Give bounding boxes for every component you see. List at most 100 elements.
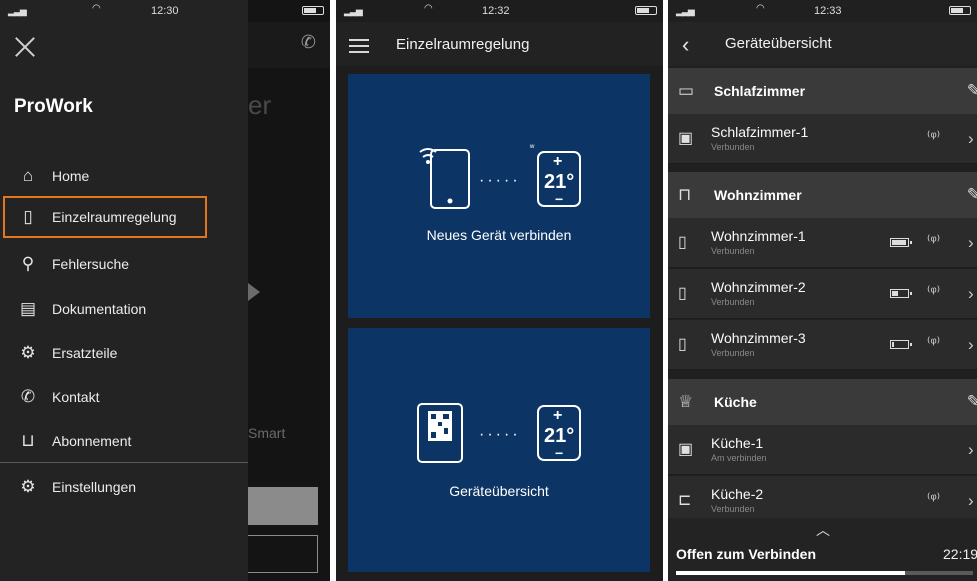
wifi-icon: ◠: [92, 3, 101, 14]
signal-icon: ⁽ᵠ⁾: [927, 128, 941, 144]
app-brand: ProWork: [14, 96, 93, 117]
menu-divider: [0, 462, 248, 463]
phone-icon: ✆: [20, 387, 36, 406]
signal-icon: ⁽ᵠ⁾: [927, 232, 941, 248]
svg-text:·····: ·····: [479, 172, 521, 189]
battery-level-icon: [890, 340, 912, 349]
background-heading: er: [248, 90, 272, 120]
status-time: 12:30: [151, 5, 179, 17]
menu-item-home[interactable]: ⌂ Home: [0, 155, 248, 197]
menu-item-label: Fehlersuche: [52, 256, 130, 272]
cellular-signal-icon: ▂▃▅: [8, 6, 27, 16]
menu-item-kontakt[interactable]: ✆ Kontakt: [0, 376, 248, 418]
menu-item-einzelraumregelung[interactable]: ▯ Einzelraumregelung: [3, 196, 207, 238]
status-time: 12:33: [814, 5, 842, 17]
wifi-icon: ◠: [756, 3, 765, 14]
side-menu: ▂▃▅ ◠ 12:30 ProWork ⌂ Home ▯ Einzelraumr…: [0, 0, 248, 581]
thermostat-box-icon: ▣: [678, 130, 694, 147]
battery-icon: [302, 6, 324, 15]
device-row[interactable]: ▯ Wohnzimmer-1 Verbunden ⁽ᵠ⁾ ›: [668, 218, 977, 268]
menu-item-einstellungen[interactable]: ⚙ Einstellungen: [0, 466, 248, 508]
search-icon: ⚲: [21, 254, 35, 273]
pairing-label: Offen zum Verbinden: [676, 546, 817, 562]
back-chevron-icon[interactable]: ‹: [682, 32, 689, 58]
room-name: Küche: [714, 394, 757, 410]
wifi-icon: ◠: [424, 3, 433, 14]
menu-item-label: Einstellungen: [52, 479, 137, 495]
signal-icon: ⁽ᵠ⁾: [927, 334, 941, 350]
chevron-right-icon: ›: [968, 440, 974, 459]
device-name: Wohnzimmer-2: [711, 279, 806, 295]
background-screen: ✆ er Smart: [248, 0, 330, 581]
background-header: [248, 22, 330, 68]
gear-icon: ⚙: [20, 477, 36, 496]
hamburger-menu-icon[interactable]: [349, 39, 369, 53]
signal-icon: ⁽ᵠ⁾: [927, 490, 941, 506]
device-status: Am verbinden: [711, 453, 767, 463]
menu-item-dokumentation[interactable]: ▤ Dokumentation: [0, 288, 248, 330]
edit-pencil-icon[interactable]: ✎: [967, 81, 977, 101]
chevron-up-icon[interactable]: ︿: [816, 520, 830, 540]
menu-item-fehlersuche[interactable]: ⚲ Fehlersuche: [0, 243, 248, 285]
device-row[interactable]: ▣ Küche-1 Am verbinden ›: [668, 425, 977, 475]
device-row[interactable]: ▣ Schlafzimmer-1 Verbunden ⁽ᵠ⁾ ›: [668, 114, 977, 164]
menu-item-abonnement[interactable]: ⊔ Abonnement: [0, 420, 248, 462]
menu-item-label: Einzelraumregelung: [52, 209, 177, 225]
device-status: Verbunden: [711, 348, 755, 358]
menu-item-label: Kontakt: [52, 389, 100, 405]
tile-label: Neues Gerät verbinden: [426, 227, 572, 243]
chef-hat-icon: ♕: [678, 392, 694, 411]
close-icon[interactable]: [14, 36, 36, 58]
signal-icon: ⁽ᵠ⁾: [927, 283, 941, 299]
temp-display: 21°: [544, 425, 574, 447]
room-name: Schlafzimmer: [714, 83, 806, 99]
edit-pencil-icon[interactable]: ✎: [967, 392, 977, 412]
room-header-kueche[interactable]: ♕ Küche ✎: [668, 379, 977, 425]
device-name: Küche-1: [711, 435, 764, 451]
device-row[interactable]: ▯ Wohnzimmer-3 Verbunden ⁽ᵠ⁾ ›: [668, 320, 977, 370]
device-name: Küche-2: [711, 486, 764, 502]
cellular-signal-icon: ▂▃▅: [676, 6, 695, 16]
chevron-right-icon: ›: [968, 335, 974, 354]
svg-text:−: −: [555, 445, 563, 461]
tile-label: Geräteübersicht: [449, 483, 549, 499]
device-overview-tile[interactable]: ····· 21° + − Geräteübersicht: [348, 328, 650, 572]
spare-parts-icon: ⚙: [20, 343, 36, 362]
device-status: Verbunden: [711, 297, 755, 307]
room-name: Wohnzimmer: [714, 187, 802, 203]
page-title: Geräteübersicht: [725, 35, 832, 52]
device-name: Wohnzimmer-1: [711, 228, 806, 244]
battery-level-icon: [890, 238, 912, 247]
device-name: Wohnzimmer-3: [711, 330, 806, 346]
screen-menu: ✆ er Smart ▂▃▅ ◠ 12:30 ProWork ⌂ Home ▯ …: [0, 0, 330, 581]
svg-text:−: −: [555, 191, 563, 207]
chevron-right-icon: ›: [968, 129, 974, 148]
status-bar: ▂▃▅ ◠ 12:33: [668, 0, 977, 22]
play-icon: [248, 283, 260, 301]
room-header-schlafzimmer[interactable]: ▭ Schlafzimmer ✎: [668, 68, 977, 114]
battery-icon: [949, 6, 971, 15]
radiator-valve-icon: ▯: [678, 336, 687, 353]
background-button-secondary: [248, 535, 318, 573]
radiator-valve-icon: ▯: [678, 285, 687, 302]
connect-device-tile[interactable]: ····· 21° + − ʷ Neues Gerät verbinden: [348, 74, 650, 318]
chevron-right-icon: ›: [968, 284, 974, 303]
battery-level-icon: [890, 289, 912, 298]
phone-icon: ✆: [300, 32, 316, 52]
status-bar: ▂▃▅ ◠ 12:30: [0, 0, 248, 22]
background-text: Smart: [248, 425, 286, 441]
edit-pencil-icon[interactable]: ✎: [967, 185, 977, 205]
room-header-wohnzimmer[interactable]: ⊓ Wohnzimmer ✎: [668, 172, 977, 218]
screen-einzelraumregelung: ▂▃▅ ◠ 12:32 Einzelraumregelung ····· 21°…: [336, 0, 663, 581]
status-time: 12:32: [482, 5, 510, 17]
menu-item-ersatzteile[interactable]: ⚙ Ersatzteile: [0, 332, 248, 374]
pairing-timer: 22:19: [943, 546, 977, 562]
battery-icon: [635, 6, 657, 15]
screen-device-overview: ▂▃▅ ◠ 12:33 ‹ Geräteübersicht ▭ Schlafzi…: [668, 0, 977, 581]
page-title: Einzelraumregelung: [396, 36, 530, 53]
pairing-bottom-sheet[interactable]: ︿ Offen zum Verbinden 22:19: [668, 518, 977, 581]
top-bar: Einzelraumregelung: [336, 22, 663, 66]
device-status: Verbunden: [711, 504, 755, 514]
chevron-right-icon: ›: [968, 233, 974, 252]
device-row[interactable]: ▯ Wohnzimmer-2 Verbunden ⁽ᵠ⁾ ›: [668, 269, 977, 319]
